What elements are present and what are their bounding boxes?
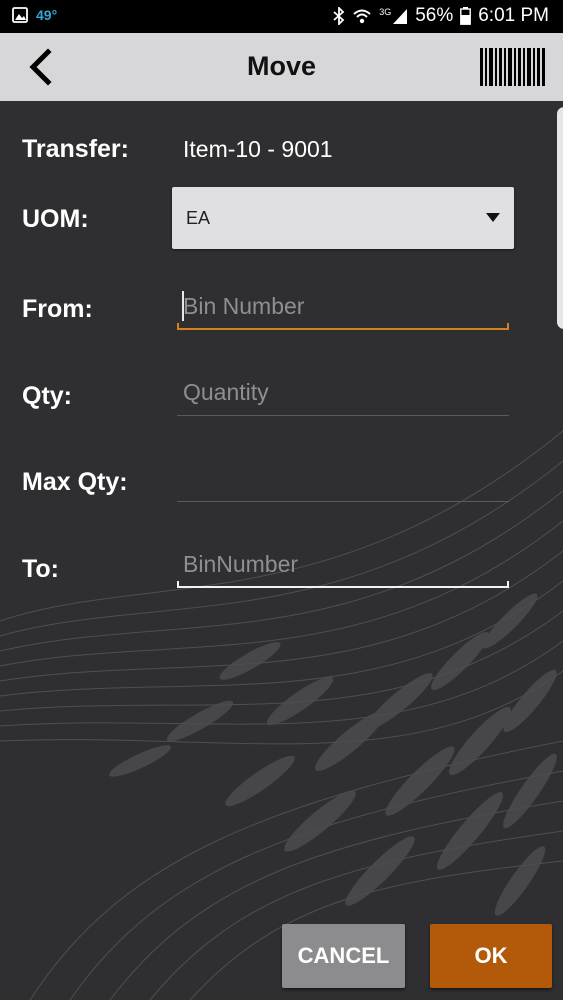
status-bar: 49° 3G 56% 6:01 PM <box>0 0 563 33</box>
page-title: Move <box>246 51 317 81</box>
scan-barcode-button[interactable] <box>480 44 546 90</box>
to-field[interactable] <box>177 540 509 588</box>
uom-select[interactable]: EA <box>172 187 514 249</box>
to-label: To: <box>22 555 60 583</box>
from-bin-input[interactable] <box>177 282 509 330</box>
bluetooth-icon <box>333 7 345 25</box>
cancel-button[interactable]: CANCEL <box>282 924 405 988</box>
from-field[interactable] <box>177 282 509 330</box>
transfer-label: Transfer: <box>22 135 129 163</box>
uom-label: UOM: <box>22 205 89 233</box>
dropdown-arrow-icon <box>486 213 500 222</box>
from-label: From: <box>22 295 93 323</box>
clock: 6:01 PM <box>478 5 549 26</box>
temperature-label: 49° <box>36 7 58 23</box>
qty-field[interactable] <box>177 368 509 416</box>
battery-icon <box>460 7 472 25</box>
status-right: 3G 56% 6:01 PM <box>333 5 549 27</box>
max-qty-underline <box>177 501 509 502</box>
text-cursor <box>182 291 184 321</box>
signal-icon <box>393 9 408 24</box>
battery-percent: 56% <box>415 5 454 26</box>
qty-underline <box>177 415 509 416</box>
network-type: 3G <box>379 7 392 17</box>
gallery-icon <box>12 7 28 23</box>
barcode-icon <box>480 48 545 86</box>
wifi-icon <box>353 9 371 24</box>
status-left: 49° <box>12 7 57 23</box>
scrollbar[interactable] <box>557 107 563 329</box>
uom-selected-value: EA <box>186 208 211 228</box>
ok-button[interactable]: OK <box>430 924 552 988</box>
from-underline <box>177 328 509 330</box>
to-underline <box>177 586 509 588</box>
max-qty-input[interactable] <box>177 454 509 502</box>
max-qty-field[interactable] <box>177 454 509 502</box>
form-panel: Transfer: Item-10 - 9001 UOM: EA From: Q… <box>0 101 563 1000</box>
app-bar: Move <box>0 33 563 101</box>
to-bin-input[interactable] <box>177 540 509 588</box>
transfer-value: Item-10 - 9001 <box>183 136 333 162</box>
qty-label: Qty: <box>22 382 72 410</box>
qty-input[interactable] <box>177 368 509 416</box>
max-qty-label: Max Qty: <box>22 468 128 496</box>
